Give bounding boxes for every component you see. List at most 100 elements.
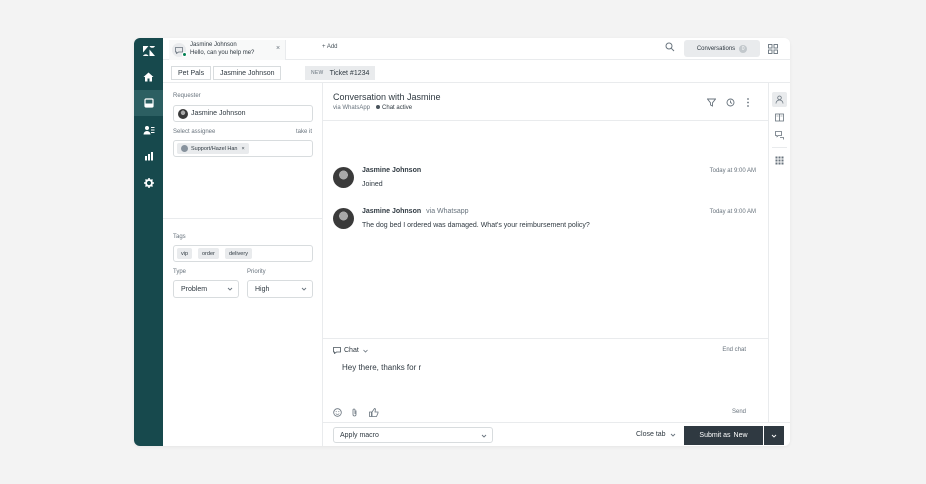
- chevron-down-icon: [481, 434, 487, 438]
- conversations-label: Conversations: [696, 45, 736, 52]
- presence-indicator: [182, 52, 187, 57]
- channel-selector[interactable]: Chat: [333, 347, 369, 354]
- ticket-number: Ticket #1234: [329, 69, 370, 77]
- message-timestamp: Today at 9:00 AM: [709, 168, 756, 174]
- section-divider: [163, 218, 322, 219]
- priority-label: Priority: [247, 269, 266, 275]
- requester-label: Requester: [173, 93, 201, 99]
- reporting-icon[interactable]: [134, 143, 163, 169]
- requester-field[interactable]: Jasmine Johnson: [173, 105, 313, 122]
- customers-icon[interactable]: [134, 117, 163, 143]
- conversation-header-divider: [323, 120, 768, 121]
- tag-chip[interactable]: vip: [177, 248, 193, 259]
- zendesk-logo-icon[interactable]: [134, 38, 163, 64]
- message-author: Jasmine Johnson: [362, 167, 421, 174]
- submit-button[interactable]: Submit as New: [684, 426, 763, 445]
- breadcrumb-organization[interactable]: Pet Pals: [171, 66, 212, 80]
- apps-icon[interactable]: [772, 153, 787, 168]
- composer: Chat End chat Hey there, thanks for r Se…: [323, 338, 768, 422]
- conversation-subtitle: via WhatsApp Chat active: [333, 105, 412, 111]
- apps-grid-icon[interactable]: [768, 44, 778, 56]
- tab-message-preview: Hello, can you help me?: [190, 50, 255, 56]
- context-rail: [768, 83, 790, 422]
- knowledge-icon[interactable]: [772, 110, 787, 125]
- chevron-down-icon: [227, 287, 233, 291]
- chat-bubble-icon: [333, 347, 341, 354]
- chevron-down-icon: [301, 287, 307, 291]
- composer-input[interactable]: Hey there, thanks for r: [342, 363, 421, 372]
- breadcrumb: Pet Pals Jasmine Johnson NEW Ticket #123…: [163, 60, 790, 83]
- close-tab-select[interactable]: Close tab: [636, 431, 676, 438]
- type-select[interactable]: Problem: [173, 280, 239, 298]
- message-avatar: [333, 208, 354, 229]
- message-timestamp: Today at 9:00 AM: [709, 209, 756, 215]
- history-icon[interactable]: [726, 98, 735, 107]
- assignee-label: Select assignee: [173, 129, 216, 135]
- macro-placeholder: Apply macro: [340, 432, 379, 439]
- thumbs-up-icon[interactable]: [369, 408, 379, 417]
- rail-divider: [772, 147, 787, 148]
- assignee-field[interactable]: Support/Hazel Han ×: [173, 140, 313, 157]
- ticket-footer: Apply macro Close tab Submit as New: [323, 422, 790, 446]
- channel-label: Chat: [344, 347, 359, 354]
- breadcrumb-ticket[interactable]: NEW Ticket #1234: [305, 66, 376, 80]
- more-options-icon[interactable]: [746, 98, 750, 107]
- priority-select[interactable]: High: [247, 280, 313, 298]
- attachment-icon[interactable]: [351, 408, 358, 417]
- message-author-name: Jasmine Johnson: [362, 167, 422, 174]
- apply-macro-select[interactable]: Apply macro: [333, 427, 493, 443]
- group-icon: [181, 145, 188, 152]
- breadcrumb-requester[interactable]: Jasmine Johnson: [213, 66, 282, 80]
- requester-avatar: [178, 109, 188, 119]
- conversations-count-badge: 0: [739, 44, 748, 53]
- views-icon[interactable]: [134, 90, 163, 116]
- chat-status: Chat active: [382, 105, 413, 111]
- assignee-remove-icon[interactable]: ×: [241, 146, 244, 152]
- add-tab-button[interactable]: + Add: [322, 44, 338, 50]
- message-author-name: Jasmine Johnson: [362, 208, 422, 215]
- take-it-link[interactable]: take it: [296, 129, 312, 135]
- send-button[interactable]: Send: [732, 409, 746, 415]
- chevron-down-icon: [363, 349, 368, 353]
- submit-label: Submit as: [699, 432, 731, 439]
- message-avatar: [333, 167, 354, 188]
- top-bar: Jasmine Johnson Hello, can you help me? …: [163, 38, 790, 60]
- assignee-chip: Support/Hazel Han ×: [177, 143, 249, 154]
- requester-value: Jasmine Johnson: [191, 110, 246, 117]
- conversations-button[interactable]: Conversations 0: [684, 40, 760, 57]
- tag-chip[interactable]: order: [198, 248, 219, 259]
- customer-context-icon[interactable]: [772, 92, 787, 107]
- submit-options-button[interactable]: [764, 426, 784, 445]
- ticket-tab[interactable]: Jasmine Johnson Hello, can you help me? …: [169, 40, 286, 60]
- home-icon[interactable]: [134, 64, 163, 90]
- emoji-icon[interactable]: [333, 408, 342, 417]
- type-label: Type: [173, 269, 187, 275]
- assignee-value: Support/Hazel Han: [191, 145, 238, 152]
- ticket-status-badge: NEW: [311, 70, 324, 76]
- message-channel: via Whatsapp: [426, 208, 469, 215]
- message-text: Joined: [362, 181, 383, 188]
- conversation-panel: Conversation with Jasmine via WhatsApp Ch…: [323, 83, 768, 375]
- app-window: Jasmine Johnson Hello, can you help me? …: [134, 38, 790, 446]
- close-tab-label: Close tab: [636, 431, 666, 438]
- type-value: Problem: [181, 286, 208, 293]
- submit-status: New: [733, 432, 748, 439]
- tags-label: Tags: [173, 234, 186, 240]
- tag-chip[interactable]: delivery: [225, 248, 252, 259]
- conversation-channel: via WhatsApp: [333, 105, 371, 111]
- message-author: Jasmine Johnson via Whatsapp: [362, 208, 469, 215]
- product-nav: [134, 38, 163, 446]
- admin-gear-icon[interactable]: [134, 170, 163, 196]
- priority-value: High: [255, 286, 270, 293]
- chevron-down-icon: [771, 434, 777, 438]
- chat-active-dot: [376, 105, 381, 109]
- filter-icon[interactable]: [707, 98, 716, 107]
- tags-field[interactable]: vip order delivery: [173, 245, 313, 262]
- end-chat-button[interactable]: End chat: [722, 347, 746, 353]
- conversation-title: Conversation with Jasmine: [333, 92, 441, 102]
- ticket-properties-panel: Requester Jasmine Johnson Select assigne…: [163, 83, 323, 446]
- message-text: The dog bed I ordered was damaged. What'…: [362, 222, 590, 229]
- tab-close-icon[interactable]: ×: [276, 45, 280, 52]
- search-icon[interactable]: [665, 42, 675, 54]
- macros-icon[interactable]: [772, 128, 787, 143]
